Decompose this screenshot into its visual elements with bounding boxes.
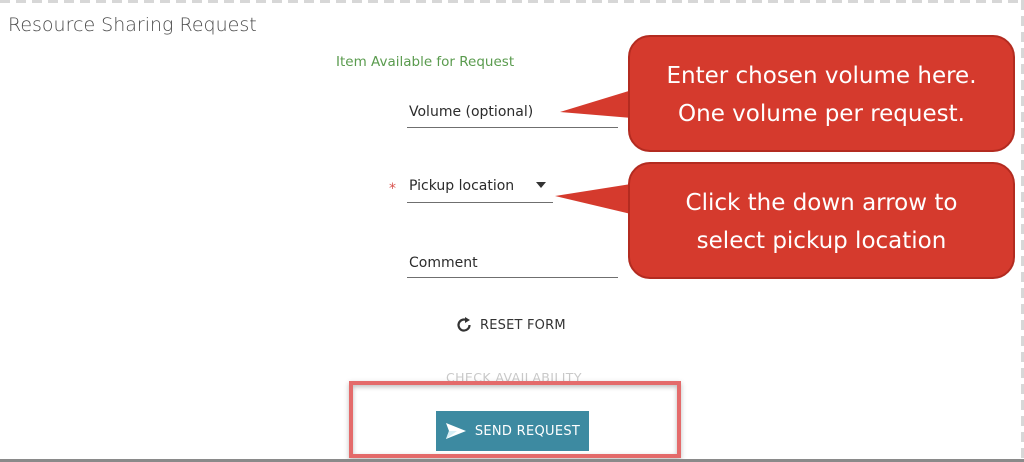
send-request-label: SEND REQUEST <box>474 423 581 439</box>
volume-callout-line1: Enter chosen volume here. <box>666 63 977 89</box>
caret-down-icon[interactable] <box>536 182 546 188</box>
required-star-icon: * <box>389 181 396 197</box>
comment-label: Comment <box>409 255 478 271</box>
send-request-button[interactable]: SEND REQUEST <box>436 411 589 451</box>
pickup-callout-line2: select pickup location <box>696 228 947 254</box>
check-availability-button[interactable]: CHECK AVAILABILITY <box>446 370 582 381</box>
page-title: Resource Sharing Request <box>8 14 257 36</box>
comment-field[interactable]: Comment <box>407 255 618 278</box>
pickup-location-select[interactable]: Pickup location <box>407 178 553 203</box>
pickup-callout-line1: Click the down arrow to <box>685 190 958 216</box>
volume-callout: Enter chosen volume here. One volume per… <box>628 35 1015 152</box>
paper-plane-icon <box>445 423 466 439</box>
top-border <box>0 0 1024 3</box>
pickup-label: Pickup location <box>409 178 515 194</box>
availability-status: Item Available for Request <box>336 54 515 70</box>
reset-form-label: RESET FORM <box>480 317 566 333</box>
reset-form-button[interactable]: RESET FORM <box>454 314 566 336</box>
pickup-callout: Click the down arrow to select pickup lo… <box>628 162 1015 279</box>
refresh-icon <box>457 317 471 332</box>
volume-callout-line2: One volume per request. <box>678 101 965 127</box>
